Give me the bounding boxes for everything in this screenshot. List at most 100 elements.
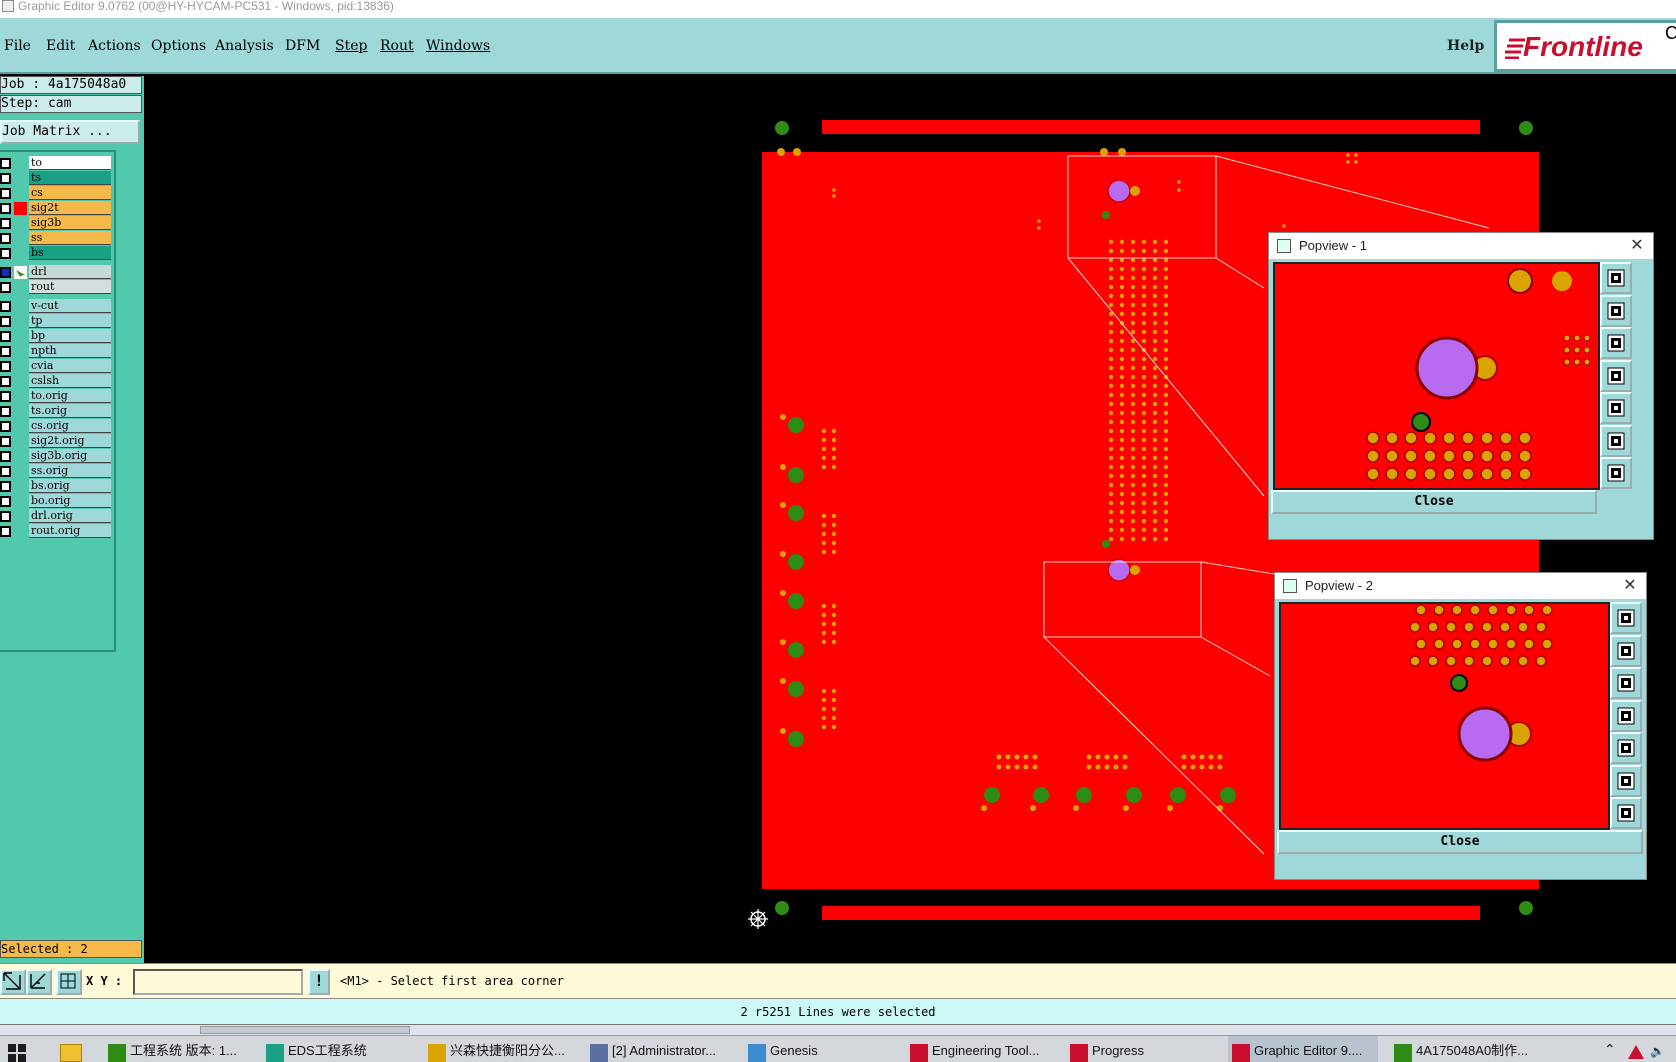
layer-select-slot[interactable] (14, 465, 27, 478)
menu-step[interactable]: Step (335, 38, 367, 54)
layer-checkbox[interactable] (0, 436, 11, 447)
taskbar-app[interactable]: [2] Administrator... (586, 1036, 736, 1062)
layer-row-drl[interactable]: drl (0, 265, 116, 280)
layer-checkbox[interactable] (0, 173, 11, 184)
layer-row-sig3b.orig[interactable]: sig3b.orig (0, 449, 116, 464)
measure-tool-button[interactable] (26, 969, 52, 995)
popview-1-tool-button[interactable] (1600, 327, 1632, 359)
layer-select-slot[interactable] (14, 345, 27, 358)
layer-checkbox[interactable] (0, 188, 11, 199)
layer-checkbox[interactable] (0, 331, 11, 342)
layer-name[interactable]: drl.orig (29, 509, 111, 523)
menu-file[interactable]: File (4, 38, 31, 54)
layer-checkbox[interactable] (0, 316, 11, 327)
menu-help[interactable]: Help (1447, 38, 1484, 54)
layer-row-sig2t[interactable]: sig2t (0, 201, 116, 216)
menu-analysis[interactable]: Analysis (215, 38, 274, 54)
layer-checkbox[interactable] (0, 391, 11, 402)
layer-select-slot[interactable] (14, 435, 27, 448)
taskbar-app[interactable]: Engineering Tool... (906, 1036, 1056, 1062)
layer-name[interactable]: to (29, 156, 111, 170)
taskbar-app[interactable]: 工程系统 版本: 1... (104, 1036, 254, 1062)
popview-1-window[interactable]: Popview - 1 ✕ Close (1268, 232, 1654, 540)
layer-checkbox[interactable] (0, 481, 11, 492)
layer-checkbox[interactable] (0, 466, 11, 477)
layer-name[interactable]: rout (29, 280, 111, 294)
layer-select-slot[interactable] (14, 281, 27, 294)
popview-1-tool-button[interactable] (1600, 294, 1632, 327)
menu-options[interactable]: Options (151, 38, 206, 54)
popview-1-tool-button[interactable] (1600, 392, 1632, 424)
layer-name[interactable]: bs (29, 246, 111, 260)
taskbar-app[interactable]: Progress (1066, 1036, 1216, 1062)
layer-row-ss[interactable]: ss (0, 231, 116, 246)
layer-select-slot[interactable] (14, 300, 27, 313)
menu-rout[interactable]: Rout (380, 38, 414, 54)
layer-checkbox[interactable] (0, 301, 11, 312)
graphic-canvas[interactable]: Popview - 1 ✕ Close Popview - 2 ✕ Close (144, 76, 1676, 964)
layer-name[interactable]: ts (29, 171, 111, 185)
taskbar-app[interactable]: Genesis (744, 1036, 894, 1062)
layer-row-bp[interactable]: bp (0, 329, 116, 344)
volume-icon[interactable]: 🔈 (1650, 1044, 1665, 1058)
layer-row-to[interactable]: to (0, 156, 116, 171)
layer-name[interactable]: sig2t.orig (29, 434, 111, 448)
layer-name[interactable]: v-cut (29, 299, 111, 313)
layer-row-v-cut[interactable]: v-cut (0, 299, 116, 314)
layer-pointer-icon[interactable] (14, 266, 27, 280)
layer-checkbox[interactable] (0, 218, 11, 229)
menu-edit[interactable]: Edit (46, 38, 75, 54)
layer-name[interactable]: npth (29, 344, 111, 358)
layer-name[interactable]: cslsh (29, 374, 111, 388)
taskbar-app[interactable]: EDS工程系统 (262, 1036, 412, 1062)
layer-row-cslsh[interactable]: cslsh (0, 374, 116, 389)
layer-row-bo.orig[interactable]: bo.orig (0, 494, 116, 509)
layer-row-rout[interactable]: rout (0, 280, 116, 295)
layer-select-slot[interactable] (14, 360, 27, 373)
layer-row-ts[interactable]: ts (0, 171, 116, 186)
popview-2-tool-button[interactable] (1610, 732, 1642, 764)
taskbar-app[interactable]: 兴森快捷衡阳分公... (424, 1036, 574, 1062)
layer-name[interactable]: sig3b (29, 216, 111, 230)
layer-select-slot[interactable] (14, 157, 27, 170)
layer-name[interactable]: cvia (29, 359, 111, 373)
alert-icon[interactable]: ! (308, 969, 330, 995)
popview-2-tool-button[interactable] (1610, 797, 1642, 829)
layer-name[interactable]: tp (29, 314, 111, 328)
popview-2-window[interactable]: Popview - 2 ✕ Close (1274, 572, 1647, 880)
layer-checkbox[interactable] (0, 361, 11, 372)
layer-select-slot[interactable] (14, 330, 27, 343)
layer-select-slot[interactable] (14, 315, 27, 328)
layer-name[interactable]: ss.orig (29, 464, 111, 478)
popview-2-close-icon[interactable]: ✕ (1620, 575, 1640, 595)
layer-checkbox[interactable] (0, 526, 11, 537)
menu-windows[interactable]: Windows (426, 38, 490, 54)
popview-2-close-button[interactable]: Close (1277, 830, 1643, 854)
layer-name[interactable]: bp (29, 329, 111, 343)
popview-2-tool-button[interactable] (1610, 699, 1642, 732)
scroll-thumb[interactable] (200, 1026, 410, 1034)
layer-row-ss.orig[interactable]: ss.orig (0, 464, 116, 479)
layer-name[interactable]: bs.orig (29, 479, 111, 493)
file-explorer-icon[interactable] (60, 1044, 82, 1062)
layer-name[interactable]: cs.orig (29, 419, 111, 433)
windows-start-icon[interactable] (8, 1044, 26, 1062)
grid-tool-button[interactable] (56, 969, 82, 995)
popview-2-tool-button[interactable] (1610, 667, 1642, 699)
job-matrix-button[interactable]: Job Matrix ... (0, 120, 140, 144)
layer-checkbox[interactable] (0, 203, 11, 214)
popview-1-tool-button[interactable] (1600, 359, 1632, 392)
popview-2-tool-button[interactable] (1610, 602, 1642, 634)
popview-1-tool-button[interactable] (1600, 262, 1632, 294)
layer-name[interactable]: to.orig (29, 389, 111, 403)
menu-dfm[interactable]: DFM (285, 38, 320, 54)
popview-2-tool-button[interactable] (1610, 634, 1642, 667)
layer-select-slot[interactable] (14, 525, 27, 538)
layer-select-slot[interactable] (14, 510, 27, 523)
snap-tool-button[interactable] (0, 969, 26, 995)
layer-name[interactable]: drl (29, 265, 111, 279)
layer-checkbox[interactable] (0, 496, 11, 507)
popview-1-close-icon[interactable]: ✕ (1627, 235, 1647, 255)
layer-checkbox[interactable] (0, 511, 11, 522)
layer-select-slot[interactable] (14, 247, 27, 260)
